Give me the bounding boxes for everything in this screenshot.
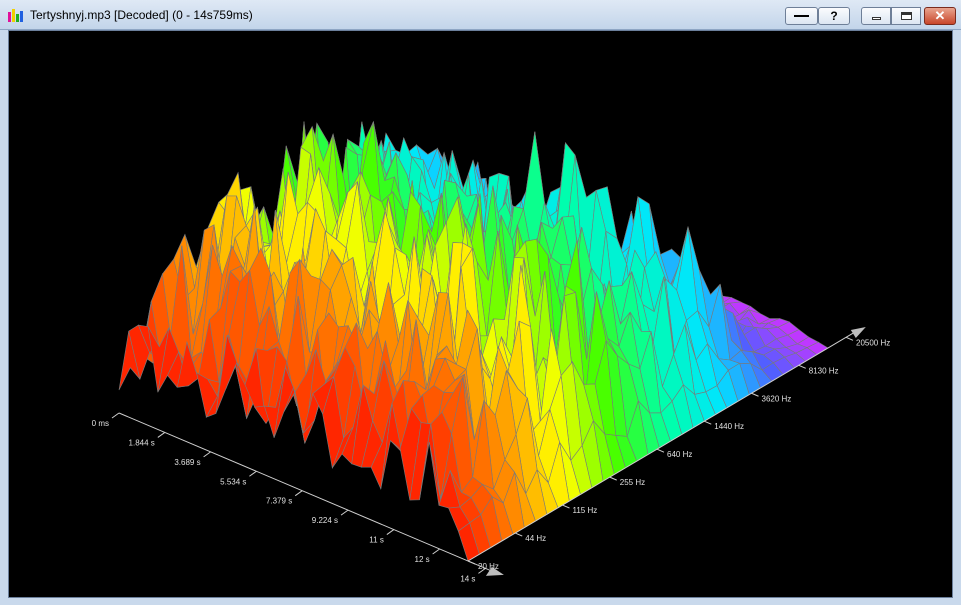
time-tick — [111, 412, 120, 419]
frequency-axis-arrow — [850, 326, 866, 338]
close-icon: ✕ — [934, 8, 946, 23]
close-button[interactable]: ✕ — [924, 7, 956, 25]
help-button[interactable]: ? — [818, 7, 850, 25]
window-bottom-border — [0, 598, 961, 605]
line-mode-button[interactable] — [785, 7, 818, 25]
time-tick — [157, 432, 166, 438]
frequency-tick-label: 640 Hz — [667, 450, 692, 459]
time-tick-label: 5.534 s — [220, 477, 246, 486]
frequency-tick-label: 1440 Hz — [714, 422, 744, 431]
frequency-tick-label: 255 Hz — [620, 478, 645, 487]
time-tick-label: 11 s — [369, 536, 384, 545]
frequency-tick — [515, 532, 523, 537]
time-tick-label: 12 s — [415, 555, 430, 564]
time-tick-label: 14 s — [460, 574, 475, 583]
frequency-tick — [467, 560, 476, 565]
frequency-tick — [704, 420, 712, 425]
time-tick — [203, 451, 211, 458]
time-tick — [432, 548, 440, 555]
spectrogram-3d-plot[interactable]: 0 ms 1.844 s 3.689 s 5.534 s 7.379 s 9.224 s 1… — [9, 31, 952, 597]
maximize-button[interactable] — [891, 7, 921, 25]
minimize-icon — [872, 17, 881, 20]
frequency-tick-label: 115 Hz — [573, 506, 598, 515]
frequency-tick — [798, 364, 806, 369]
time-tick-label: 7.379 s — [266, 497, 292, 506]
frequency-tick-label: 8130 Hz — [809, 366, 839, 375]
frequency-tick-label: 44 Hz — [525, 534, 546, 543]
frequency-tick — [656, 448, 665, 453]
time-tick-label: 0 ms — [92, 419, 109, 428]
frequency-tick-label: 20500 Hz — [856, 338, 890, 347]
frequency-tick — [562, 504, 570, 509]
maximize-icon — [901, 12, 912, 20]
time-tick-label: 9.224 s — [312, 516, 338, 525]
minimize-button[interactable] — [861, 7, 891, 25]
time-tick-label: 1.844 s — [129, 438, 155, 447]
spectrogram-view[interactable]: 0 ms 1.844 s 3.689 s 5.534 s 7.379 s 9.224 s 1… — [8, 30, 953, 598]
title-bar[interactable]: Tertyshnyj.mp3 [Decoded] (0 - 14s759ms) … — [0, 0, 961, 30]
window-title: Tertyshnyj.mp3 [Decoded] (0 - 14s759ms) — [30, 8, 253, 22]
app-spectrum-icon — [8, 9, 23, 22]
frequency-tick — [609, 476, 617, 481]
time-tick — [294, 490, 303, 497]
spectrum-surface — [118, 120, 829, 562]
line-icon — [794, 15, 809, 17]
time-tick — [249, 470, 257, 477]
time-tick — [386, 529, 395, 535]
frequency-tick — [845, 336, 854, 341]
frequency-tick-label: 3620 Hz — [762, 394, 792, 403]
frequency-tick-label: 20 Hz — [478, 562, 499, 571]
time-tick — [340, 509, 349, 516]
frequency-tick — [751, 392, 759, 397]
time-tick-label: 3.689 s — [174, 458, 200, 467]
